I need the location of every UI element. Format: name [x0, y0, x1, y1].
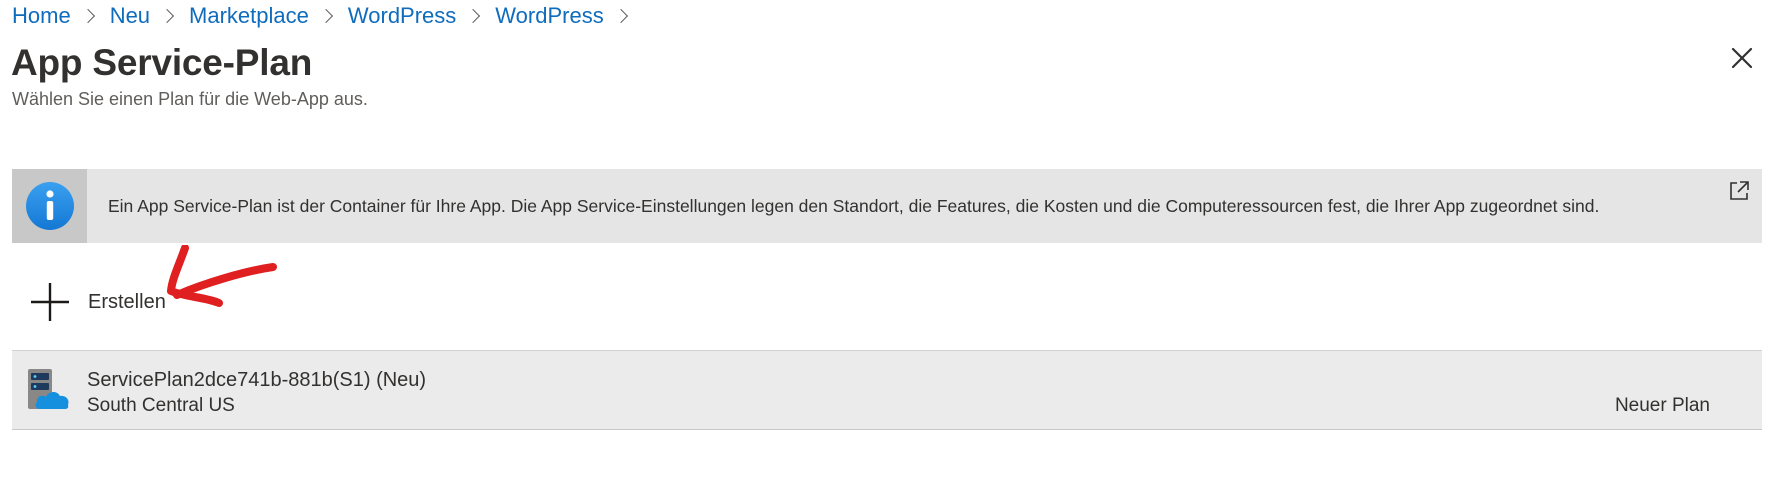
chevron-right-icon: [159, 8, 175, 24]
breadcrumb-marketplace[interactable]: Marketplace: [189, 2, 309, 30]
breadcrumb-home[interactable]: Home: [12, 2, 71, 30]
breadcrumb-wordpress[interactable]: WordPress: [348, 2, 456, 30]
info-icon-box: [12, 169, 87, 243]
breadcrumb-wordpress-2[interactable]: WordPress: [495, 2, 603, 30]
chevron-right-icon: [466, 8, 481, 24]
plus-icon: [31, 283, 69, 321]
plan-list-item[interactable]: ServicePlan2dce741b-881b(S1) (Neu) South…: [12, 350, 1762, 430]
plan-status-tag: Neuer Plan: [1614, 395, 1710, 416]
breadcrumb: Home Neu Marketplace WordPress WordPress: [12, 2, 643, 30]
plan-region: South Central US: [87, 395, 235, 416]
open-in-new-icon: [1730, 181, 1749, 200]
page-subtitle: Wählen Sie einen Plan für die Web-App au…: [12, 89, 368, 109]
chevron-right-icon: [613, 8, 628, 24]
create-label: Erstellen: [88, 290, 166, 313]
annotation-arrow-icon: [167, 245, 277, 307]
breadcrumb-neu[interactable]: Neu: [110, 2, 150, 30]
chevron-right-icon: [80, 8, 95, 24]
plan-name: ServicePlan2dce741b-881b(S1) (Neu): [87, 369, 427, 391]
close-icon: [1731, 47, 1753, 69]
info-icon: [25, 182, 74, 230]
external-link-button[interactable]: [1728, 180, 1750, 202]
close-button[interactable]: [1724, 40, 1760, 76]
chevron-right-icon: [318, 8, 333, 24]
page-title: App Service-Plan: [11, 42, 313, 83]
info-banner: Ein App Service-Plan ist der Container f…: [12, 169, 1762, 243]
info-text: Ein App Service-Plan ist der Container f…: [108, 196, 1600, 216]
app-service-plan-icon: [28, 369, 69, 409]
